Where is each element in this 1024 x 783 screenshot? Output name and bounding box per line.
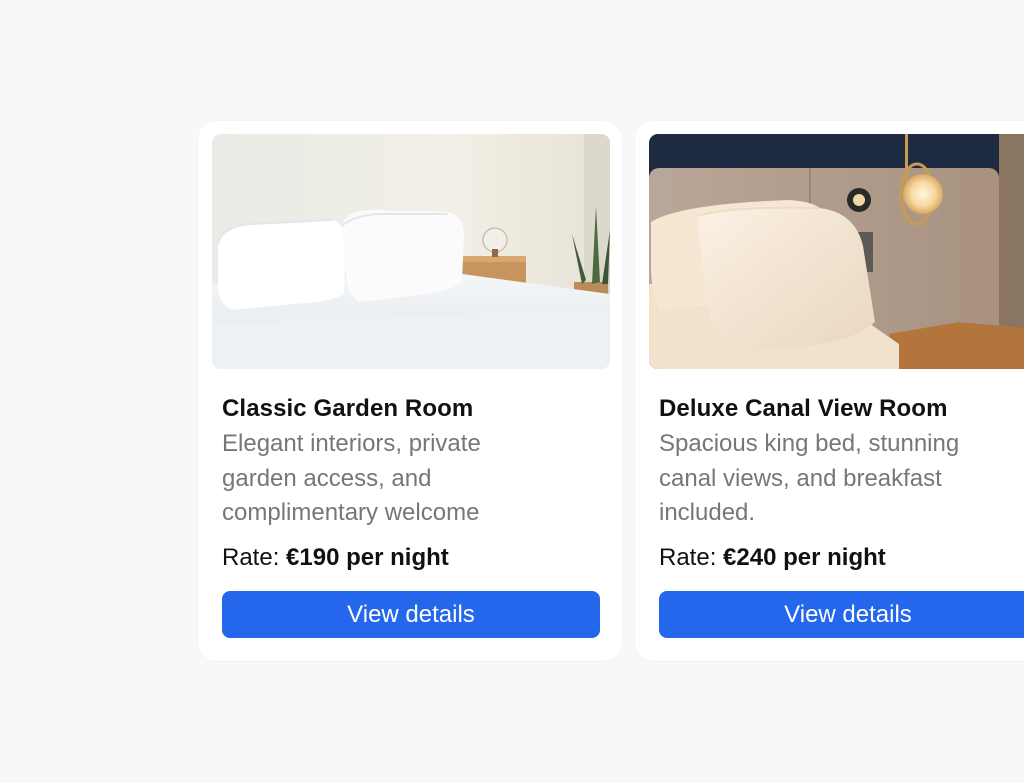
room-photo [212, 134, 610, 369]
room-rate: Rate: €190 per night [222, 544, 449, 572]
bedroom-photo-icon [212, 134, 610, 369]
room-card: Classic Garden Room Elegant interiors, p… [198, 121, 622, 661]
rate-value: €190 per night [286, 544, 449, 571]
room-listing-carousel: Classic Garden Room Elegant interiors, p… [0, 0, 1024, 783]
view-details-button[interactable]: View details [659, 591, 1024, 638]
rate-label: Rate: [659, 544, 717, 571]
room-photo [649, 134, 1024, 369]
room-rate: Rate: €240 per night [659, 544, 886, 572]
room-description: Spacious king bed, stunning canal views,… [659, 430, 960, 526]
room-card: Deluxe Canal View Room Spacious king bed… [635, 121, 1024, 661]
room-title: Deluxe Canal View Room [659, 395, 948, 422]
view-details-button[interactable]: View details [222, 591, 600, 638]
rate-label: Rate: [222, 544, 280, 571]
bedroom-photo-icon [649, 134, 1024, 369]
room-title: Classic Garden Room [222, 395, 474, 422]
room-description: Elegant interiors, private garden access… [222, 430, 481, 526]
rate-value: €240 per night [723, 544, 886, 571]
